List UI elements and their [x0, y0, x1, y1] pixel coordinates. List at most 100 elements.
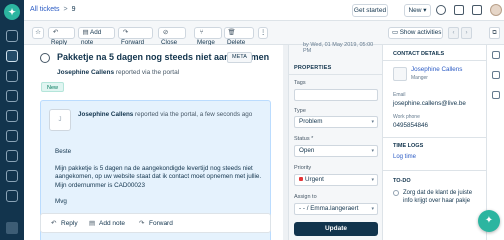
contact-email: josephine.callens@live.be — [393, 100, 466, 107]
priority-dot-icon — [299, 177, 303, 182]
delete-button[interactable]: 🗑Delete — [224, 27, 254, 46]
message-header: Josephine Callens reported via the porta… — [78, 111, 252, 118]
help-icon[interactable] — [472, 5, 482, 15]
merge-button[interactable]: ⑂Merge — [194, 27, 222, 46]
reply-button[interactable]: ↶Reply — [48, 27, 75, 46]
divider — [289, 74, 383, 75]
show-activities-label: Show activities — [399, 29, 442, 36]
apps-icon[interactable] — [6, 222, 18, 234]
expand-icon: ⧉ — [492, 30, 497, 36]
todo-item: Zorg dat de klant de juiste info krijgt … — [403, 190, 473, 204]
reply-icon: ↶ — [51, 220, 57, 227]
forward-button[interactable]: ↷Forward — [118, 27, 153, 46]
priority-label: Priority — [294, 165, 312, 171]
more-button[interactable]: ⋮ — [258, 27, 268, 39]
message-author[interactable]: Josephine Callens — [78, 111, 133, 118]
reporter-name[interactable]: Josephine Callens — [57, 69, 114, 76]
log-time-link[interactable]: Log time — [393, 154, 416, 160]
social-icon[interactable] — [6, 150, 18, 162]
contacts-icon[interactable] — [6, 70, 18, 82]
update-button[interactable]: Update — [294, 222, 378, 236]
status-label: Status * — [294, 136, 314, 142]
time-logs-heading[interactable]: TIME LOGS — [393, 143, 423, 149]
search-icon[interactable] — [436, 5, 446, 15]
close-button[interactable]: ⊘Close — [158, 27, 186, 46]
user-avatar[interactable] — [490, 4, 502, 16]
contact-name[interactable]: Josephine Callens — [411, 66, 462, 73]
main-sidebar: ✦ — [0, 0, 24, 240]
prev-ticket-button[interactable]: ‹ — [448, 27, 459, 39]
chevron-down-icon: ▾ — [371, 148, 374, 154]
todo-heading[interactable]: TO-DO — [393, 178, 411, 184]
ticket-reporter: Josephine Callens reported via the porta… — [57, 69, 179, 76]
priority-select[interactable]: Urgent ▾ — [294, 174, 378, 186]
status-select[interactable]: Open ▾ — [294, 145, 378, 157]
reports-icon[interactable] — [6, 130, 18, 142]
message-body: Beste Mijn pakketje is 5 dagen na de aan… — [55, 148, 265, 215]
ticket-main: Pakketje na 5 dagen nog steeds niet aang… — [24, 45, 288, 240]
contact-avatar — [393, 67, 407, 81]
chevron-right-icon: › — [465, 30, 468, 36]
reply-bar-forward-label: Forward — [149, 220, 173, 227]
contact-icon[interactable] — [492, 51, 500, 59]
type-select[interactable]: Problem ▾ — [294, 116, 378, 128]
notifications-icon[interactable] — [454, 5, 464, 15]
admin-icon[interactable] — [6, 170, 18, 182]
contact-phone: 0495854846 — [393, 122, 429, 129]
more-icon: ⋮ — [259, 29, 267, 36]
contact-role: Manger — [411, 75, 428, 81]
get-started-button[interactable]: Get started — [352, 4, 388, 17]
star-icon: ☆ — [35, 29, 41, 36]
globe-icon — [40, 53, 50, 63]
contact-panel: CONTACT DETAILS Josephine Callens Manger… — [382, 45, 487, 240]
assistant-fab-icon[interactable]: ✦ — [478, 210, 500, 232]
timeline-icon[interactable] — [492, 71, 500, 79]
type-label: Type — [294, 108, 306, 114]
tags-input[interactable] — [294, 89, 378, 101]
activities-icon: ▭ — [392, 29, 400, 36]
reply-icon: ↶ — [52, 29, 59, 36]
merge-icon: ⑂ — [199, 29, 204, 36]
status-badge: New — [41, 82, 65, 92]
breadcrumb-all-tickets[interactable]: All tickets — [30, 6, 60, 13]
expand-button[interactable]: ⧉ — [489, 27, 500, 39]
reply-bar-add-note[interactable]: ▤ Add note — [89, 219, 125, 227]
top-header: All tickets > 9 Get started New ▾ — [24, 0, 504, 21]
check-icon: ⊘ — [162, 29, 169, 36]
new-button[interactable]: New ▾ — [404, 4, 431, 17]
message-meta: reported via the portal, a few seconds a… — [135, 111, 253, 118]
solutions-icon[interactable] — [6, 90, 18, 102]
divider — [383, 137, 487, 138]
star-button[interactable]: ☆ — [32, 27, 44, 39]
breadcrumb: All tickets > 9 — [30, 6, 75, 13]
divider — [383, 60, 487, 61]
reply-bar-forward[interactable]: ↷ Forward — [139, 219, 173, 227]
helpdesk-app: ✦ All tickets > 9 Get started New ▾ ☆ ↶R… — [0, 0, 504, 240]
add-note-button[interactable]: ▤ Add note — [78, 27, 115, 46]
todo-checkbox[interactable] — [393, 190, 399, 196]
forums-icon[interactable] — [6, 110, 18, 122]
breadcrumb-ticket-id: 9 — [71, 6, 76, 13]
apps-icon[interactable] — [492, 91, 500, 99]
email-label: Email — [393, 92, 406, 98]
reply-bar-add-note-label: Add note — [99, 220, 126, 227]
app-logo-icon[interactable]: ✦ — [4, 4, 20, 20]
note-icon: ▤ — [89, 220, 96, 227]
breadcrumb-separator: > — [63, 6, 68, 13]
show-activities-button[interactable]: ▭ Show activities — [388, 27, 443, 39]
contact-heading: CONTACT DETAILS — [393, 51, 445, 57]
assign-select[interactable]: - - / Emma.langeraert ▾ — [294, 203, 378, 215]
ticket-toolbar: ☆ ↶Reply ▤ Add note ↷Forward ⊘Close ⑂Merg… — [24, 21, 504, 46]
properties-panel: by Wed, 01 May 2019, 05:00 PM PROPERTIES… — [288, 42, 383, 240]
next-ticket-button[interactable]: › — [461, 27, 472, 39]
reply-bar-reply[interactable]: ↶ Reply — [51, 219, 78, 227]
settings-icon[interactable] — [6, 190, 18, 202]
reporter-text: reported via the portal — [115, 69, 180, 76]
new-button-label: New — [408, 7, 422, 14]
dashboard-icon[interactable] — [6, 30, 18, 42]
meta-button[interactable]: META — [227, 52, 252, 63]
tags-label: Tags — [294, 80, 306, 86]
priority-value: Urgent — [305, 176, 324, 183]
chevron-down-icon: ▾ — [423, 7, 427, 14]
tickets-icon[interactable] — [6, 50, 18, 62]
